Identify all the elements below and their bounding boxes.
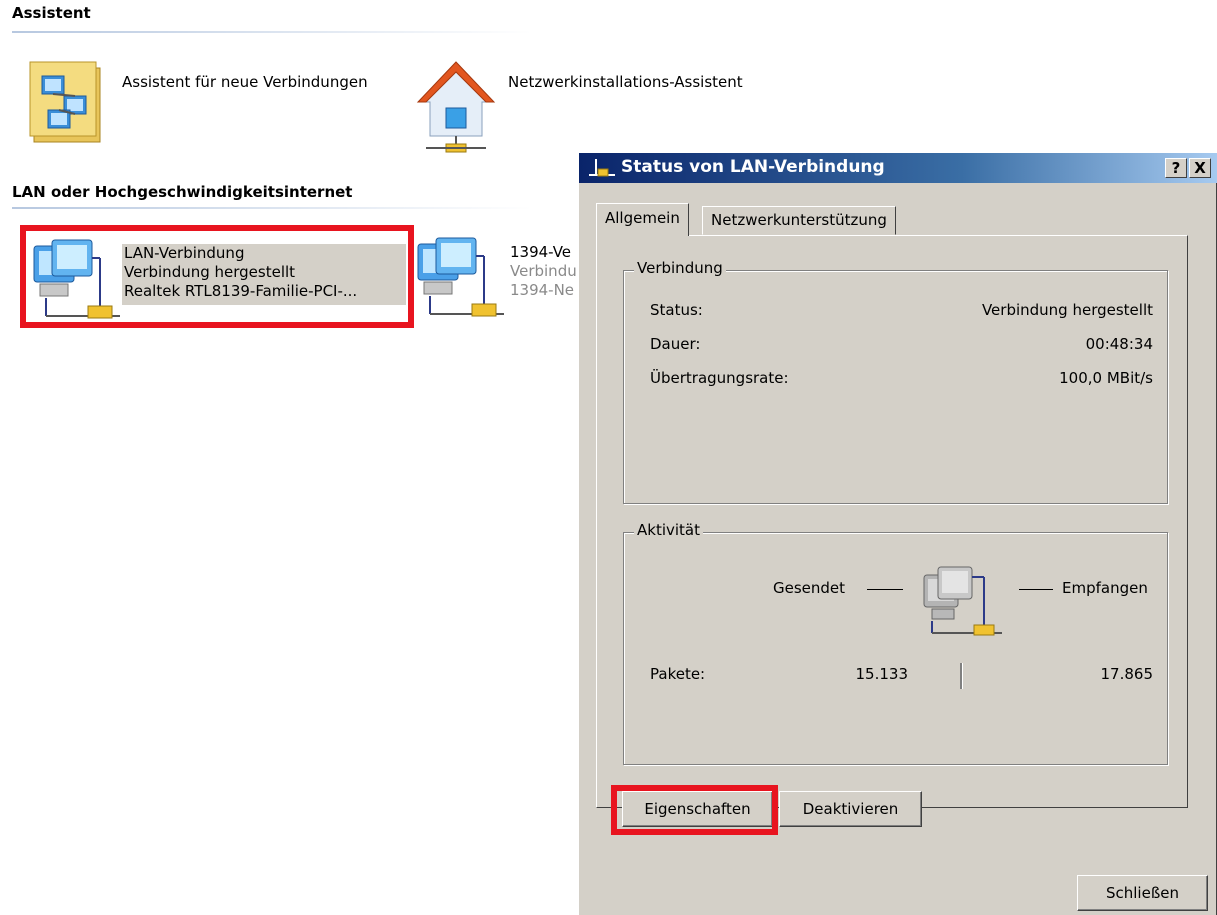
- tab-panel-allgemein: Verbindung Status: Verbindung hergestell…: [596, 235, 1188, 827]
- connection-device: 1394-Ne: [510, 281, 575, 299]
- new-connection-wizard-label[interactable]: Assistent für neue Verbindungen: [122, 73, 368, 92]
- dialog-title: Status von LAN-Verbindung: [621, 157, 885, 177]
- packets-received-value: 17.865: [1100, 665, 1154, 683]
- group-header-lan: LAN oder Hochgeschwindigkeitsinternet: [12, 183, 353, 201]
- speed-value: 100,0 MBit/s: [1059, 369, 1153, 387]
- status-dialog: Status von LAN-Verbindung ? X Allgemein …: [577, 151, 1217, 915]
- sent-label: Gesendet: [773, 579, 846, 597]
- network-setup-house-icon[interactable]: [416, 58, 496, 162]
- duration-label: Dauer:: [650, 335, 701, 353]
- received-label: Empfangen: [1062, 579, 1148, 597]
- network-connection-icon: [589, 159, 615, 184]
- help-button[interactable]: ?: [1165, 158, 1187, 178]
- packets-sent-value: 15.133: [855, 665, 909, 683]
- group-divider: [12, 207, 532, 209]
- speed-label: Übertragungsrate:: [650, 369, 789, 387]
- disable-button[interactable]: Deaktivieren: [779, 791, 922, 827]
- connection-name: 1394-Ve: [510, 243, 572, 261]
- close-icon[interactable]: X: [1189, 158, 1211, 178]
- lan-connection-icon[interactable]: [414, 234, 504, 328]
- tab-allgemein[interactable]: Allgemein: [596, 203, 689, 236]
- group-header-assistent: Assistent: [12, 4, 91, 22]
- groupbox-legend: Aktivität: [634, 521, 703, 539]
- ieee1394-connection-details[interactable]: 1394-Ve Verbindu 1394-Ne: [510, 243, 584, 300]
- packets-divider: [960, 663, 962, 689]
- received-line: [1019, 589, 1053, 590]
- group-divider: [12, 31, 532, 33]
- groupbox-legend: Verbindung: [634, 259, 726, 277]
- activity-computers-icon: [920, 563, 1010, 647]
- highlight-frame-properties: [611, 785, 778, 835]
- close-button[interactable]: Schließen: [1077, 875, 1208, 911]
- network-setup-wizard-label[interactable]: Netzwerkinstallations-Assistent: [508, 73, 743, 92]
- dialog-titlebar[interactable]: Status von LAN-Verbindung ? X: [579, 153, 1217, 183]
- status-label: Status:: [650, 301, 703, 319]
- groupbox-verbindung: Verbindung Status: Verbindung hergestell…: [623, 259, 1168, 504]
- groupbox-aktivitaet: Aktivität Gesendet Empfangen Pakete: 15.…: [623, 521, 1168, 765]
- sent-line: [867, 589, 903, 590]
- packets-label: Pakete:: [650, 665, 706, 683]
- status-value: Verbindung hergestellt: [981, 301, 1153, 319]
- highlight-frame-lan: [20, 225, 414, 328]
- new-connection-wizard-icon[interactable]: [28, 58, 106, 148]
- tab-netzwerkunterstuetzung[interactable]: Netzwerkunterstützung: [702, 206, 896, 235]
- duration-value: 00:48:34: [1085, 335, 1153, 353]
- connection-status: Verbindu: [510, 262, 577, 280]
